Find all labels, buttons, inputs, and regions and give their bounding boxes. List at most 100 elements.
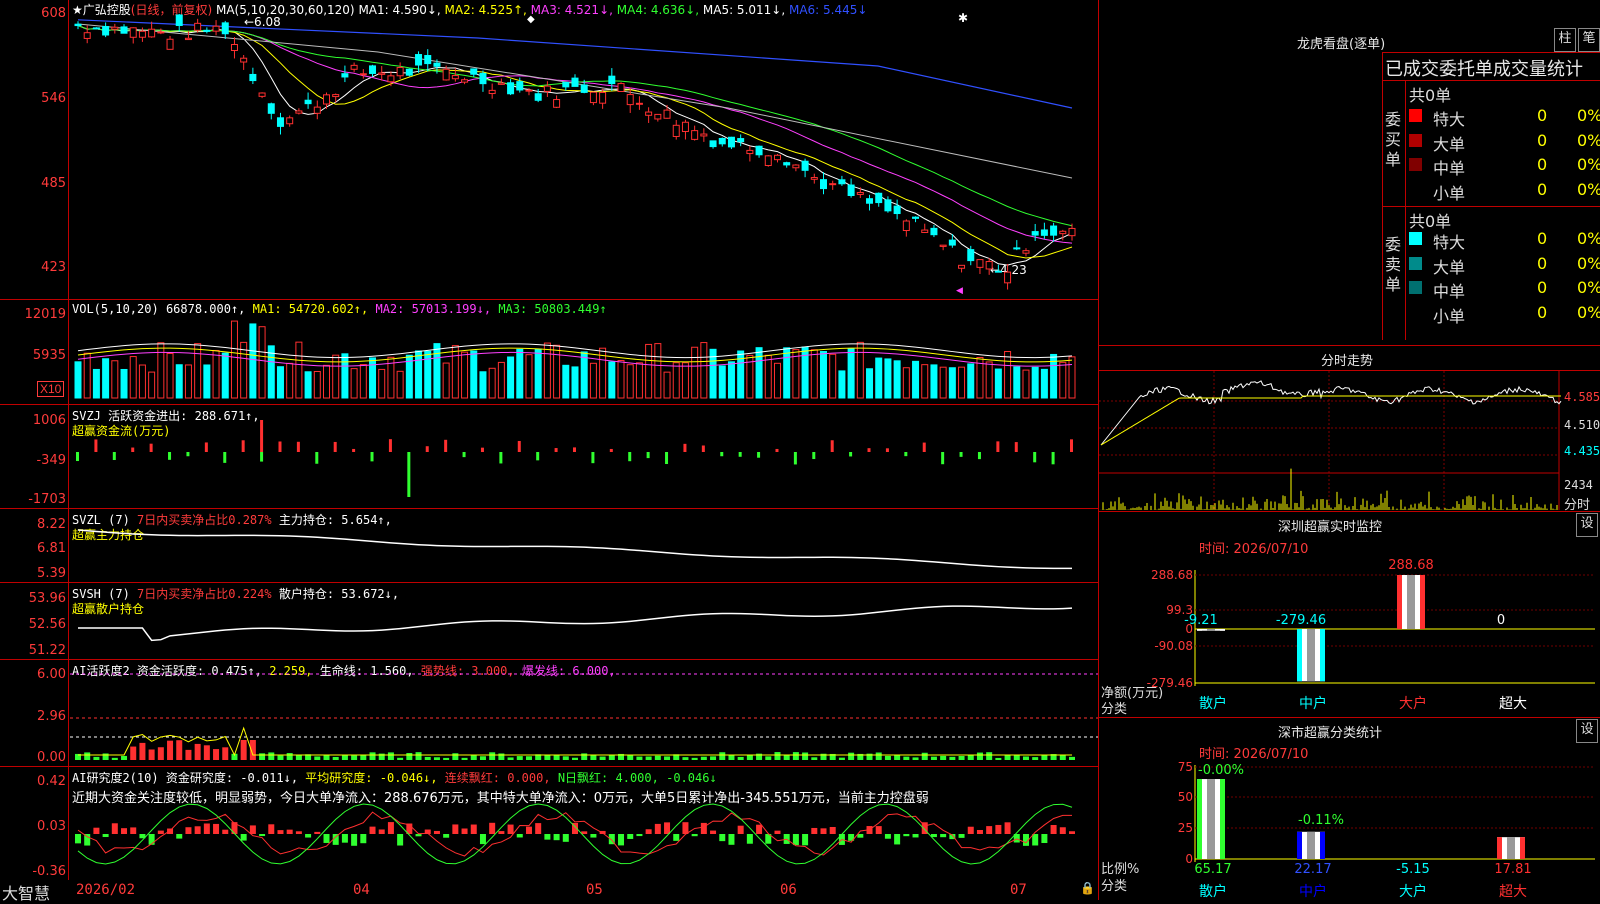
activity-bar: [489, 752, 496, 760]
fund-flow-bar: [499, 452, 503, 464]
research-bar: [710, 830, 717, 834]
activity-bar: [792, 752, 799, 760]
candle-body: [286, 117, 294, 125]
volume-bar: [847, 347, 855, 399]
marker-icon: ◀: [956, 286, 963, 296]
research-bar: [618, 834, 625, 846]
monitor-category: 散户: [1199, 695, 1227, 712]
lock-icon[interactable]: 🔒: [1080, 881, 1095, 895]
volume-bar: [829, 353, 837, 399]
activity-bar: [599, 756, 606, 760]
fund-flow-bar: [149, 443, 153, 452]
candle-body: [921, 229, 929, 233]
research-bar: [452, 824, 459, 834]
classify-bar-edge: [1297, 831, 1302, 859]
fund-flow-bar: [628, 452, 632, 462]
activity-bar: [102, 753, 109, 760]
activity-bar: [130, 746, 137, 760]
activity-bar: [664, 756, 671, 760]
candle-body: [184, 37, 192, 41]
research-bar: [1032, 834, 1039, 846]
research-bar: [940, 834, 947, 838]
activity-bar: [976, 752, 983, 760]
volume-bar: [230, 320, 238, 399]
activity-bar: [921, 752, 928, 760]
volume-bar: [681, 362, 689, 399]
volume-bar: [1022, 369, 1030, 399]
candle-body: [1013, 247, 1021, 250]
candle-body: [571, 77, 579, 87]
fund-flow-bar: [131, 447, 135, 452]
volume-bar: [286, 362, 294, 399]
research-bar: [995, 824, 1002, 834]
research-bar: [387, 822, 394, 834]
activity-bar: [461, 757, 468, 760]
classify-change: -0.00%: [1198, 763, 1244, 778]
volume-bar: [543, 342, 551, 399]
activity-bar: [581, 753, 588, 760]
candle-body: [451, 75, 459, 80]
volume-bar: [102, 358, 110, 399]
candle-body: [1004, 271, 1012, 284]
volume-bar: [930, 364, 938, 399]
volume-bar: [359, 364, 367, 399]
classify-bar-edge: [1320, 831, 1325, 859]
volume-bar: [276, 366, 284, 399]
monitor-value: -9.21: [1184, 613, 1218, 628]
volume-bar: [111, 360, 119, 399]
volume-bar: [479, 371, 487, 399]
candle-body: [102, 26, 110, 36]
activity-bar: [111, 757, 118, 760]
activity-bar: [222, 747, 229, 760]
research-bar: [498, 831, 505, 834]
fund-flow-bar: [885, 448, 889, 452]
volume-bar: [461, 351, 469, 399]
monitor-y-label: 288.68: [1151, 568, 1193, 582]
activity-bar: [360, 755, 367, 760]
activity-bar: [93, 756, 100, 760]
volume-bar: [672, 362, 680, 399]
activity-bar: [1013, 754, 1020, 760]
ma-line: [77, 25, 1073, 259]
intraday-avg-line: [1100, 395, 1561, 446]
candle-body: [111, 26, 119, 30]
activity-bar: [958, 756, 965, 760]
research-bar: [1004, 822, 1011, 834]
candle-body: [801, 160, 809, 171]
date-tick: 05: [586, 882, 603, 898]
activity-bar: [194, 743, 201, 760]
volume-bar: [313, 370, 321, 399]
volume-bar: [994, 368, 1002, 399]
classify-bar-edge: [1497, 837, 1502, 859]
activity-bar: [562, 756, 569, 760]
candle-body: [534, 93, 542, 101]
research-bar: [884, 834, 891, 839]
activity-bar: [682, 757, 689, 760]
volume-bar: [875, 357, 883, 399]
volume-bar: [553, 344, 561, 399]
activity-bar: [903, 756, 910, 760]
research-bar: [590, 834, 597, 838]
activity-bar: [286, 753, 293, 760]
fund-flow-bar: [278, 441, 282, 452]
volume-bar: [341, 353, 349, 399]
candle-body: [626, 94, 634, 106]
candle-body: [359, 73, 367, 76]
fund-flow-bar: [444, 439, 448, 452]
classify-change: -0.11%: [1298, 813, 1344, 828]
classify-y-label: 0: [1185, 852, 1193, 866]
candle-body: [985, 261, 993, 270]
volume-bar: [378, 368, 386, 399]
research-bar: [415, 834, 422, 837]
research-bar: [433, 830, 440, 834]
research-bar: [746, 834, 753, 844]
activity-bar: [636, 756, 643, 760]
volume-bar: [295, 341, 303, 399]
activity-bar: [498, 753, 505, 760]
activity-bar: [157, 747, 164, 760]
volume-bar: [893, 360, 901, 399]
research-bar: [194, 826, 201, 834]
candle-body: [553, 99, 561, 108]
volume-bar: [571, 366, 579, 399]
candle-body: [746, 149, 754, 155]
